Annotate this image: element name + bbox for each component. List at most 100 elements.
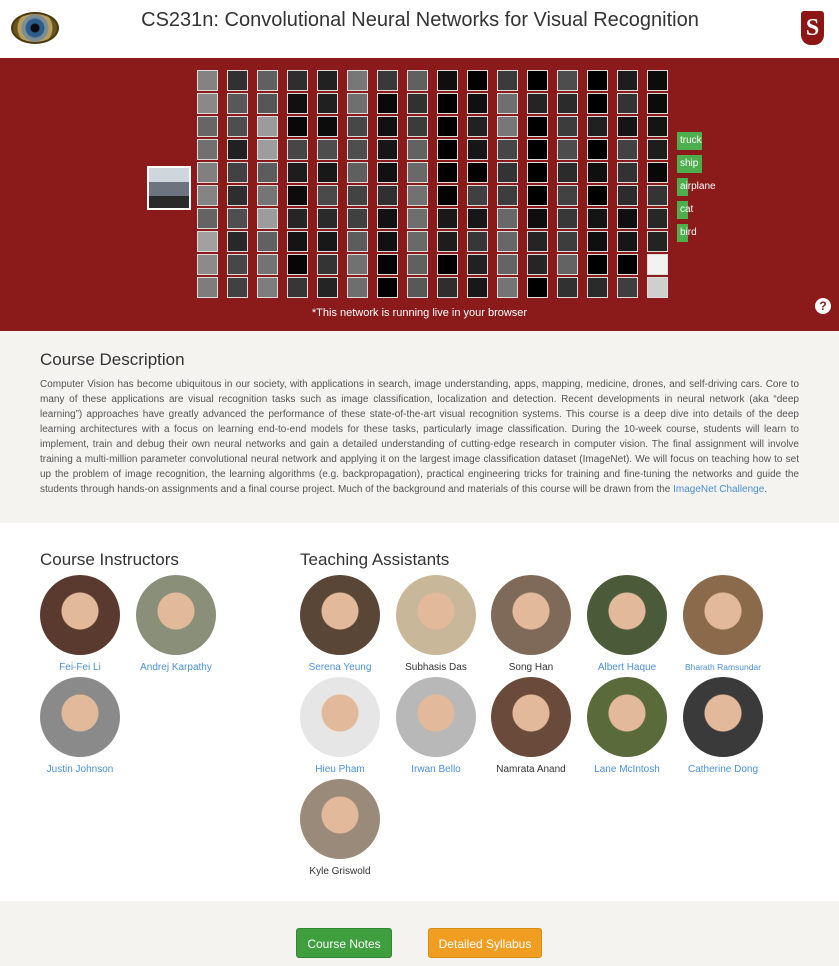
activation-cell bbox=[497, 116, 518, 137]
course-description: Course Description Computer Vision has b… bbox=[0, 331, 839, 523]
person-name[interactable]: Albert Haque bbox=[579, 662, 675, 673]
activation-cell bbox=[527, 116, 548, 137]
person-name: Namrata Anand bbox=[496, 764, 566, 775]
avatar[interactable] bbox=[40, 677, 120, 757]
activation-cell bbox=[317, 116, 338, 137]
activation-cell bbox=[197, 231, 218, 252]
stanford-logo-icon: S bbox=[801, 11, 824, 45]
activation-cell bbox=[587, 185, 608, 206]
activation-cell bbox=[317, 185, 338, 206]
network-visualization: truck ship airplane cat bird *This network i… bbox=[0, 58, 839, 331]
activation-cell bbox=[407, 139, 428, 160]
activation-cell bbox=[647, 254, 668, 275]
description-body: Computer Vision has become ubiquitous in… bbox=[40, 379, 799, 495]
activation-cell bbox=[227, 93, 248, 114]
activation-column bbox=[407, 70, 428, 300]
activation-cell bbox=[617, 277, 638, 298]
activation-cell bbox=[467, 139, 488, 160]
activation-cell bbox=[347, 116, 368, 137]
description-title: Course Description bbox=[40, 350, 185, 369]
activation-cell bbox=[347, 93, 368, 114]
activation-cell bbox=[497, 231, 518, 252]
activation-cell bbox=[407, 208, 428, 229]
activation-cell bbox=[407, 162, 428, 183]
activation-cell bbox=[587, 70, 608, 91]
person-name[interactable]: Justin Johnson bbox=[32, 764, 128, 775]
description-end: . bbox=[764, 484, 768, 495]
activation-cell bbox=[587, 208, 608, 229]
avatar[interactable] bbox=[40, 575, 120, 655]
activation-column bbox=[257, 70, 278, 300]
course-notes-button[interactable]: Course Notes bbox=[296, 928, 392, 958]
avatar[interactable] bbox=[136, 575, 216, 655]
avatar[interactable] bbox=[300, 575, 380, 655]
activation-cell bbox=[437, 162, 458, 183]
activation-cell bbox=[437, 185, 458, 206]
activation-cell bbox=[257, 139, 278, 160]
avatar bbox=[300, 779, 380, 859]
activation-cell bbox=[197, 70, 218, 91]
activation-cell bbox=[377, 277, 398, 298]
activation-cell bbox=[347, 208, 368, 229]
activation-cell bbox=[227, 70, 248, 91]
ta-card: Lane McIntosh bbox=[579, 677, 675, 775]
activation-cell bbox=[587, 254, 608, 275]
activation-cell bbox=[617, 254, 638, 275]
activation-cell bbox=[347, 231, 368, 252]
avatar[interactable] bbox=[587, 677, 667, 757]
activation-cell bbox=[467, 208, 488, 229]
activation-cell bbox=[317, 231, 338, 252]
person-name[interactable]: Catherine Dong bbox=[675, 764, 771, 775]
activation-cell bbox=[407, 254, 428, 275]
prediction-label: cat bbox=[680, 204, 694, 215]
person-name[interactable]: Irwan Bello bbox=[388, 764, 484, 775]
activation-cell bbox=[647, 162, 668, 183]
avatar[interactable] bbox=[683, 677, 763, 757]
person-name[interactable]: Andrej Karpathy bbox=[128, 662, 224, 673]
activation-cell bbox=[347, 185, 368, 206]
person-name[interactable]: Bharath Ramsundar bbox=[675, 662, 771, 672]
person-name[interactable]: Lane McIntosh bbox=[579, 764, 675, 775]
activation-cell bbox=[437, 208, 458, 229]
activation-cell bbox=[527, 277, 548, 298]
instructor-card: Andrej Karpathy bbox=[128, 575, 224, 673]
activation-cell bbox=[557, 162, 578, 183]
live-note: *This network is running live in your br… bbox=[311, 307, 528, 319]
avatar[interactable] bbox=[396, 677, 476, 757]
detailed-syllabus-button[interactable]: Detailed Syllabus bbox=[428, 928, 542, 958]
activation-cell bbox=[557, 93, 578, 114]
activation-cell bbox=[527, 208, 548, 229]
activation-cell bbox=[647, 93, 668, 114]
activation-cell bbox=[257, 93, 278, 114]
activation-cell bbox=[647, 70, 668, 91]
activation-cell bbox=[317, 162, 338, 183]
footer: Course Notes Detailed Syllabus bbox=[0, 901, 839, 966]
help-icon[interactable]: ? bbox=[815, 298, 831, 314]
activation-cell bbox=[317, 93, 338, 114]
instructors-title: Course Instructors bbox=[40, 550, 179, 569]
instructor-card: Justin Johnson bbox=[32, 677, 128, 775]
imagenet-link[interactable]: ImageNet Challenge bbox=[673, 484, 764, 495]
activation-cell bbox=[527, 139, 548, 160]
activation-cell bbox=[347, 139, 368, 160]
activation-column bbox=[647, 70, 668, 300]
activation-cell bbox=[497, 70, 518, 91]
ta-card: Subhasis Das bbox=[388, 575, 484, 673]
activation-column bbox=[437, 70, 458, 300]
person-name[interactable]: Fei-Fei Li bbox=[32, 662, 128, 673]
activation-cell bbox=[407, 185, 428, 206]
activation-cell bbox=[647, 139, 668, 160]
avatar[interactable] bbox=[587, 575, 667, 655]
activation-cell bbox=[617, 70, 638, 91]
activation-cell bbox=[197, 185, 218, 206]
activation-cell bbox=[497, 254, 518, 275]
activation-cell bbox=[527, 93, 548, 114]
avatar[interactable] bbox=[683, 575, 763, 655]
activation-cell bbox=[467, 254, 488, 275]
activation-cell bbox=[197, 139, 218, 160]
person-name[interactable]: Serena Yeung bbox=[292, 662, 388, 673]
activation-column bbox=[467, 70, 488, 300]
activation-cell bbox=[557, 185, 578, 206]
person-name[interactable]: Hieu Pham bbox=[292, 764, 388, 775]
avatar[interactable] bbox=[300, 677, 380, 757]
